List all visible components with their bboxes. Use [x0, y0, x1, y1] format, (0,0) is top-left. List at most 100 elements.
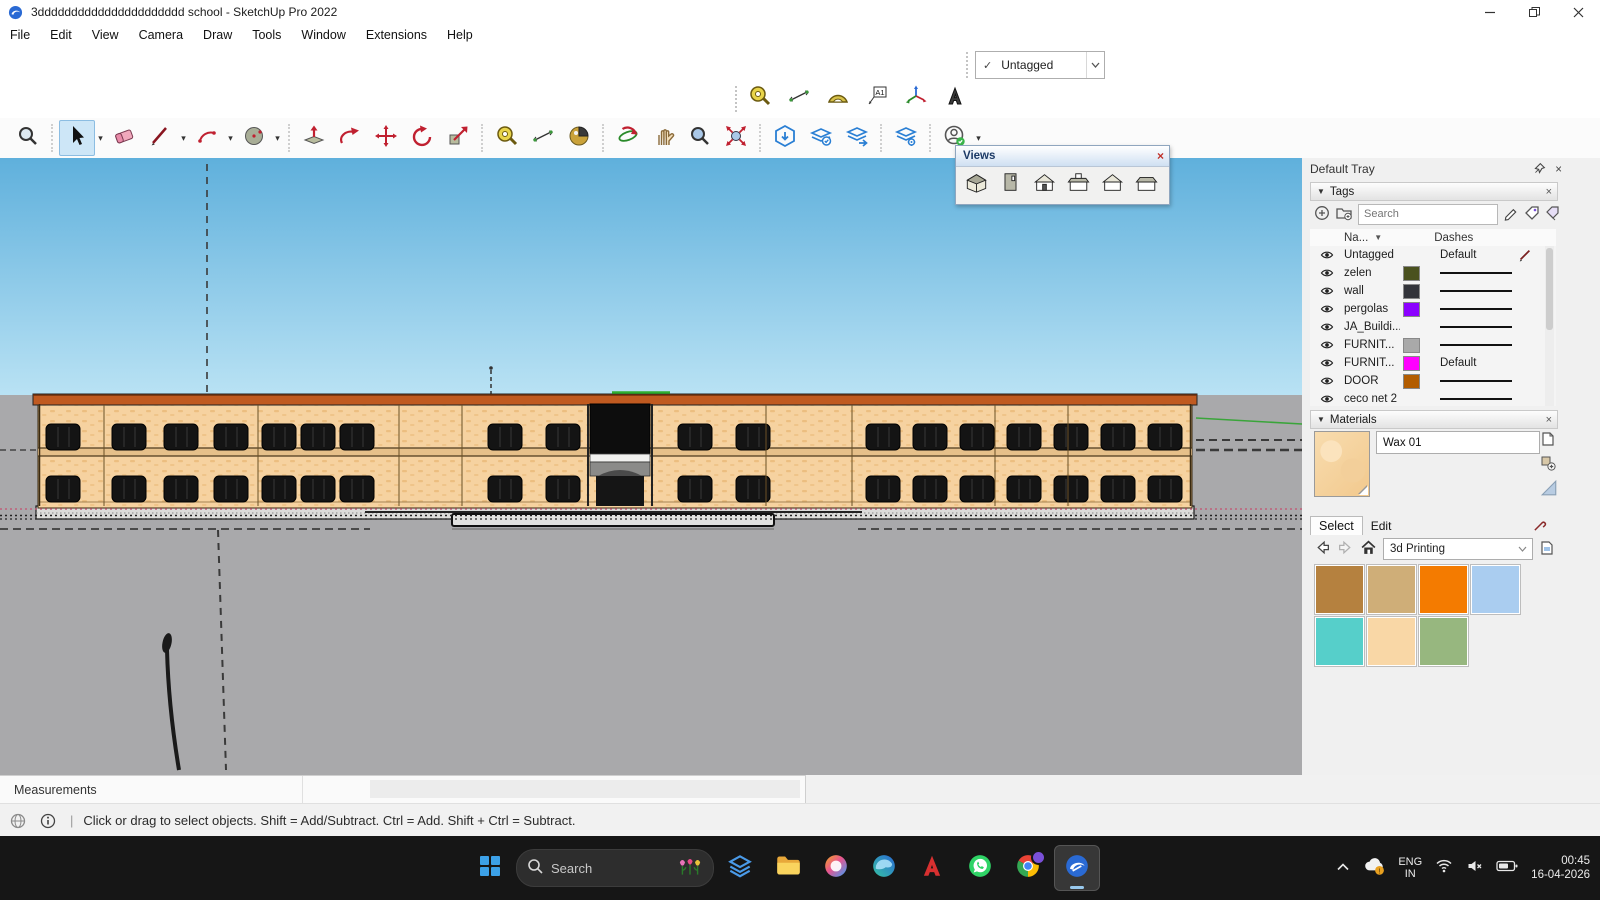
tag-color-swatch[interactable] — [1403, 374, 1420, 389]
toolbar-drag-handle[interactable] — [966, 52, 971, 78]
dropdown-arrow[interactable]: ▾ — [95, 133, 106, 144]
material-1[interactable] — [1314, 564, 1365, 615]
tool-follow-me[interactable] — [332, 120, 368, 156]
dashes-line[interactable] — [1440, 326, 1512, 328]
tag-row[interactable]: ceco net 2 — [1310, 390, 1556, 406]
tool-3d-text[interactable] — [937, 80, 973, 116]
tab-edit[interactable]: Edit — [1363, 517, 1400, 535]
dashes-line[interactable] — [1440, 308, 1512, 310]
tag-options-icon[interactable] — [1545, 205, 1561, 224]
collection-details-icon[interactable] — [1539, 540, 1555, 559]
dashes-default-label[interactable]: Default — [1440, 249, 1476, 261]
tool-share-model[interactable] — [803, 120, 839, 156]
start-button[interactable] — [468, 846, 512, 890]
pin-icon[interactable] — [1533, 162, 1546, 178]
dashes-line[interactable] — [1440, 344, 1512, 346]
taskbar-app-sketchup-viewer[interactable] — [718, 846, 762, 890]
dashes-column-header[interactable]: Dashes — [1434, 232, 1473, 244]
toolbar-drag-handle[interactable] — [735, 86, 740, 112]
add-tag-button[interactable] — [1314, 205, 1330, 224]
menu-window[interactable]: Window — [291, 26, 355, 44]
taskbar-app-chrome[interactable] — [1006, 846, 1050, 890]
tag-search-input[interactable] — [1358, 204, 1498, 225]
taskbar-search-box[interactable]: Search — [516, 849, 714, 887]
menu-tools[interactable]: Tools — [242, 26, 291, 44]
menu-view[interactable]: View — [82, 26, 129, 44]
add-tag-folder-button[interactable] — [1335, 205, 1353, 224]
name-column-header[interactable]: Na... — [1344, 232, 1368, 244]
visibility-eye-icon[interactable] — [1320, 303, 1334, 315]
tool-share-component[interactable] — [839, 120, 875, 156]
materials-collection-dropdown[interactable]: 3d Printing — [1383, 538, 1533, 560]
create-material-icon[interactable] — [1540, 455, 1556, 471]
menu-file[interactable]: File — [0, 26, 40, 44]
close-icon[interactable]: × — [1555, 164, 1562, 176]
close-button[interactable] — [1556, 0, 1600, 24]
visibility-eye-icon[interactable] — [1320, 285, 1334, 297]
material-name-field[interactable]: Wax 01 — [1376, 431, 1540, 454]
material-7[interactable] — [1418, 616, 1469, 667]
dropdown-arrow[interactable]: ▾ — [225, 133, 236, 144]
tag-row[interactable]: UntaggedDefault — [1310, 246, 1556, 264]
pencil-icon[interactable] — [1503, 205, 1519, 224]
material-4[interactable] — [1470, 564, 1521, 615]
tag-row[interactable]: JA_Buildi... — [1310, 318, 1556, 336]
3d-viewport[interactable] — [0, 158, 1302, 775]
collapse-triangle-icon[interactable]: ▼ — [1317, 415, 1325, 424]
volume-muted-icon[interactable] — [1466, 858, 1483, 879]
tool-tape-measure[interactable] — [742, 80, 778, 116]
views-palette-titlebar[interactable]: Views × — [956, 146, 1169, 167]
taskbar-app-whatsapp[interactable] — [958, 846, 1002, 890]
iso-view-button[interactable] — [961, 170, 992, 200]
tool-extension-warehouse[interactable] — [888, 120, 924, 156]
menu-help[interactable]: Help — [437, 26, 483, 44]
tool-circle[interactable] — [236, 120, 272, 156]
tag-row[interactable]: pergolas — [1310, 300, 1556, 318]
tags-section-header[interactable]: ▼ Tags × — [1310, 182, 1558, 201]
visibility-eye-icon[interactable] — [1320, 375, 1334, 387]
tool-tape-measure[interactable] — [489, 120, 525, 156]
material-2[interactable] — [1366, 564, 1417, 615]
tool-move[interactable] — [368, 120, 404, 156]
material-3[interactable] — [1418, 564, 1469, 615]
home-icon[interactable] — [1360, 539, 1377, 559]
pencil-icon[interactable] — [1518, 248, 1532, 262]
tag-color-swatch[interactable] — [1403, 338, 1420, 353]
taskbar-app-copilot[interactable] — [814, 846, 858, 890]
right-view-button[interactable] — [1063, 170, 1094, 200]
left-view-button[interactable] — [1131, 170, 1162, 200]
wifi-icon[interactable] — [1435, 858, 1453, 878]
dropdown-arrow[interactable]: ▾ — [973, 133, 984, 144]
close-icon[interactable]: × — [1546, 186, 1552, 198]
battery-icon[interactable] — [1496, 858, 1518, 879]
tool-pan[interactable] — [646, 120, 682, 156]
dashes-line[interactable] — [1440, 398, 1512, 400]
tag-color-swatch[interactable] — [1403, 302, 1420, 317]
tool-zoom[interactable] — [10, 120, 46, 156]
tag-row[interactable]: FURNIT...Default — [1310, 354, 1556, 372]
tool-3d-warehouse[interactable] — [767, 120, 803, 156]
measurements-value-box[interactable] — [370, 780, 800, 798]
tool-protractor[interactable] — [820, 80, 856, 116]
purge-tags-icon[interactable] — [1524, 205, 1540, 224]
menu-camera[interactable]: Camera — [129, 26, 193, 44]
minimize-button[interactable] — [1468, 0, 1512, 24]
taskbar-app-edge[interactable] — [862, 846, 906, 890]
tag-row[interactable]: zelen — [1310, 264, 1556, 282]
visibility-eye-icon[interactable] — [1320, 267, 1334, 279]
tag-color-swatch[interactable] — [1403, 356, 1420, 371]
forward-arrow-icon[interactable] — [1337, 539, 1354, 559]
back-view-button[interactable] — [1097, 170, 1128, 200]
menu-edit[interactable]: Edit — [40, 26, 82, 44]
tool-paint-bucket[interactable] — [561, 120, 597, 156]
dashes-line[interactable] — [1440, 272, 1512, 274]
visibility-eye-icon[interactable] — [1320, 357, 1334, 369]
taskbar-app-autocad[interactable] — [910, 846, 954, 890]
materials-section-header[interactable]: ▼ Materials × — [1310, 410, 1558, 429]
dropdown-arrow[interactable]: ▾ — [272, 133, 283, 144]
top-view-button[interactable] — [995, 170, 1026, 200]
active-tag-dropdown[interactable]: ✓ Untagged — [975, 51, 1105, 79]
dashes-default-label[interactable]: Default — [1440, 357, 1476, 369]
taskbar-app-file-explorer[interactable] — [766, 846, 810, 890]
tag-color-swatch[interactable] — [1403, 284, 1420, 299]
